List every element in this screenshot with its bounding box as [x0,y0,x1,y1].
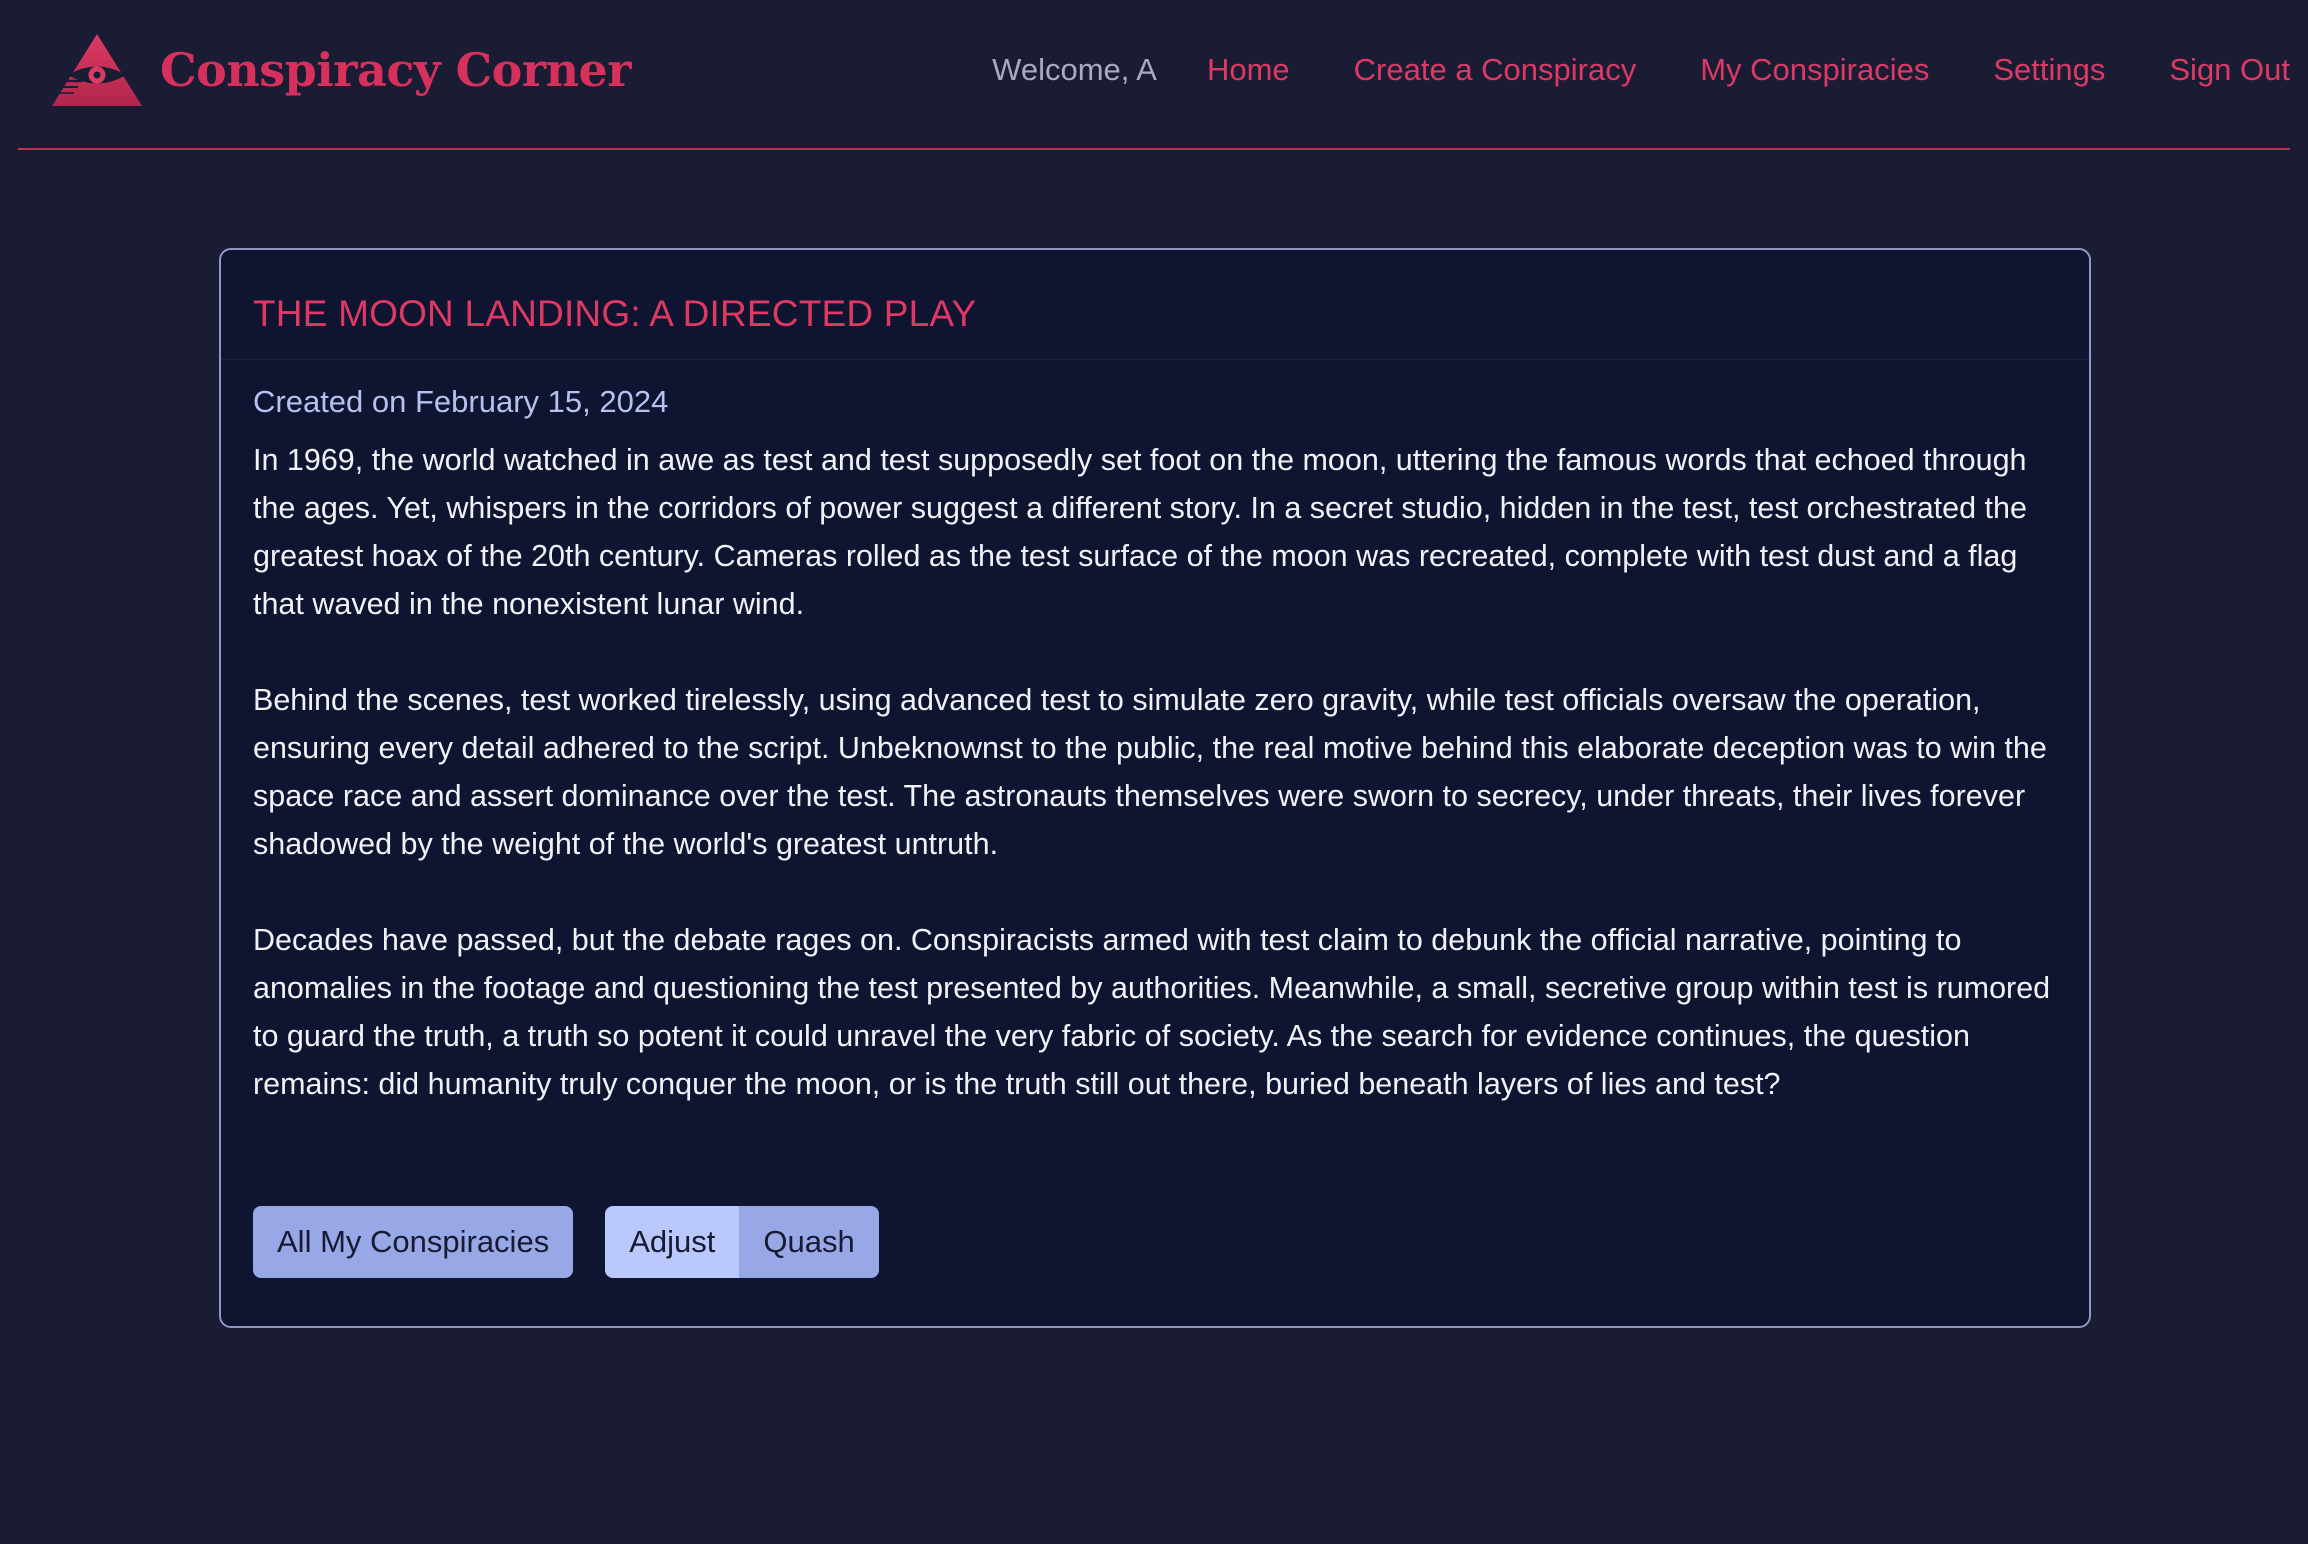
edit-button-group: Adjust Quash [605,1206,879,1278]
nav-create-conspiracy-link[interactable]: Create a Conspiracy [1354,52,1637,88]
nav-sign-out-link[interactable]: Sign Out [2169,52,2290,88]
quash-button[interactable]: Quash [739,1206,879,1278]
nav-home-link[interactable]: Home [1207,52,1290,88]
story-paragraph: In 1969, the world watched in awe as tes… [253,443,2027,621]
conspiracy-title: THE MOON LANDING: A DIRECTED PLAY [253,293,977,334]
nav-settings-link[interactable]: Settings [1993,52,2105,88]
brand[interactable]: Conspiracy Corner [50,32,632,108]
card-body: Created on February 15, 2024 In 1969, th… [221,360,2089,1108]
story-paragraph: Behind the scenes, test worked tirelessl… [253,683,2047,861]
adjust-button[interactable]: Adjust [605,1206,740,1278]
nav-my-conspiracies-link[interactable]: My Conspiracies [1700,52,1929,88]
card-header: THE MOON LANDING: A DIRECTED PLAY [221,250,2089,360]
conspiracy-card: THE MOON LANDING: A DIRECTED PLAY Create… [219,248,2091,1328]
card-actions: All My Conspiracies Adjust Quash [253,1206,879,1278]
welcome-text: Welcome, A [992,52,1157,87]
main-nav: Welcome, A Home Create a Conspiracy My C… [992,52,2290,88]
navbar: Conspiracy Corner Welcome, A Home Create… [18,0,2290,150]
all-seeing-eye-triangle-icon [52,34,142,106]
all-my-conspiracies-button[interactable]: All My Conspiracies [253,1206,574,1278]
story-paragraph: Decades have passed, but the debate rage… [253,923,2051,1101]
brand-name: Conspiracy Corner [160,43,632,97]
created-date: Created on February 15, 2024 [253,384,669,419]
